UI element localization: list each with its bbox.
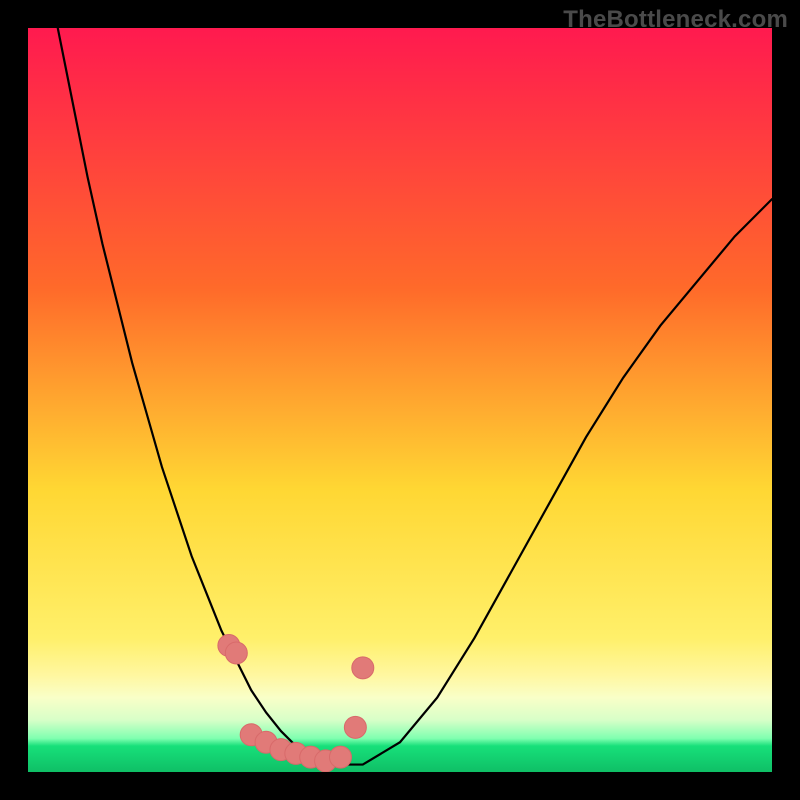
marker-point (225, 642, 247, 664)
gradient-background (28, 28, 772, 772)
chart-frame: TheBottleneck.com (0, 0, 800, 800)
marker-point (329, 746, 351, 768)
marker-point (352, 657, 374, 679)
plot-area (28, 28, 772, 772)
marker-point (344, 716, 366, 738)
watermark-text: TheBottleneck.com (563, 6, 788, 34)
chart-svg (28, 28, 772, 772)
